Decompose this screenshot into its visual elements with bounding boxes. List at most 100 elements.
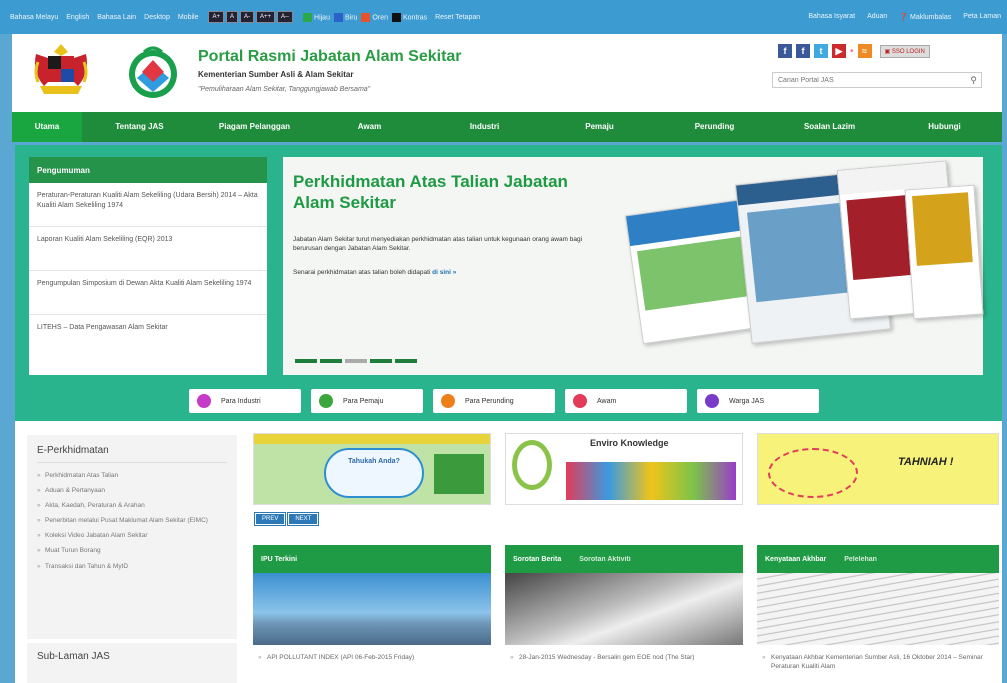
- sitemap-link[interactable]: Peta Laman: [963, 13, 1001, 21]
- audience-perunding-button[interactable]: Para Perunding: [433, 389, 555, 413]
- prev-button[interactable]: PREV: [253, 512, 287, 526]
- font-size-buttons: A+ A A- A++ A--: [208, 11, 294, 23]
- banner-more-text: Senarai perkhidmatan atas talian boleh d…: [293, 269, 431, 276]
- hero-section: Pengumuman Peraturan-Peraturan Kualiti A…: [15, 145, 1002, 421]
- e-service-link[interactable]: Akta, Kaedah, Peraturan & Arahan: [37, 501, 227, 510]
- audience-pemaju-button[interactable]: Para Pemaju: [311, 389, 423, 413]
- sso-login-button[interactable]: ▣ SSO LOGIN: [879, 44, 930, 58]
- lang-other[interactable]: Bahasa Lain: [97, 14, 136, 21]
- nav-industri[interactable]: Industri: [427, 112, 542, 142]
- services-banner[interactable]: Perkhidmatan Atas Talian Jabatan Alam Se…: [283, 157, 984, 375]
- nav-hubungi[interactable]: Hubungi: [887, 112, 1002, 142]
- feedback-label: Maklumbalas: [910, 14, 952, 21]
- tab-pelelehan[interactable]: Pelelehan: [844, 556, 877, 563]
- reset-settings-link[interactable]: Reset Tetapan: [435, 14, 480, 21]
- lang-english[interactable]: English: [66, 14, 89, 21]
- green-swatch-icon: [303, 12, 313, 22]
- tab-kenyataan-akhbar[interactable]: Kenyataan Akhbar: [765, 556, 826, 563]
- lower-content: E-Perkhidmatan Perkhidmatan Atas Talian …: [15, 421, 1002, 683]
- nav-pemaju[interactable]: Pemaju: [542, 112, 657, 142]
- consultant-icon: [441, 394, 455, 408]
- search-input[interactable]: [778, 76, 948, 84]
- feedback-link[interactable]: ❓ Maklumbalas: [899, 13, 951, 21]
- coat-of-arms-logo[interactable]: [30, 42, 92, 100]
- ipu-panel-header: IPU Terkini: [253, 545, 491, 573]
- slider-dot[interactable]: [320, 359, 342, 363]
- announcement-item[interactable]: Pengumpulan Simposium di Dewan Akta Kual…: [29, 271, 267, 315]
- ad-banner-tahniah[interactable]: TAHNIAH !: [757, 433, 999, 505]
- font-normal-button[interactable]: A: [225, 11, 238, 23]
- slider-dot[interactable]: [395, 359, 417, 363]
- sub-sites-panel: Sub-Laman JAS: [27, 643, 237, 683]
- tab-sorotan-berita[interactable]: Sorotan Berita: [513, 556, 561, 563]
- banner-description: Jabatan Alam Sekitar turut menyediakan p…: [293, 236, 583, 253]
- audience-awam-button[interactable]: Awam: [565, 389, 687, 413]
- search-icon[interactable]: ⚲: [970, 75, 977, 86]
- complaint-link[interactable]: Aduan: [867, 13, 887, 21]
- next-button[interactable]: NEXT: [287, 512, 320, 526]
- banner-more-link[interactable]: di sini »: [432, 269, 456, 276]
- nav-tentang-jas[interactable]: Tentang JAS: [82, 112, 197, 142]
- audience-industri-button[interactable]: Para Industri: [189, 389, 301, 413]
- ad-pager: PREV NEXT: [253, 512, 320, 526]
- industry-icon: [197, 394, 211, 408]
- staff-icon: [705, 394, 719, 408]
- announcement-item[interactable]: LITEHS – Data Pengawasan Alam Sekitar: [29, 315, 267, 359]
- slider-dot[interactable]: [370, 359, 392, 363]
- announcement-item[interactable]: Laporan Kualiti Alam Sekeliling (EQR) 20…: [29, 227, 267, 271]
- nav-soalan-lazim[interactable]: Soalan Lazim: [772, 112, 887, 142]
- press-item[interactable]: Kenyataan Akhbar Kementerian Sumber Asli…: [757, 645, 999, 671]
- slider-dot[interactable]: [295, 359, 317, 363]
- view-mobile[interactable]: Mobile: [178, 14, 199, 21]
- site-title[interactable]: Portal Rasmi Jabatan Alam Sekitar: [198, 48, 462, 66]
- theme-green[interactable]: Hijau: [303, 12, 330, 22]
- user-icon: ▣: [884, 48, 891, 55]
- theme-orange[interactable]: Oren: [361, 12, 388, 22]
- font-increase-button[interactable]: A+: [208, 11, 224, 23]
- audience-buttons: Para Industri Para Pemaju Para Perunding…: [189, 389, 819, 413]
- font-larger-button[interactable]: A++: [256, 11, 276, 23]
- city-skyline-image: [253, 573, 491, 645]
- e-service-link[interactable]: Aduan & Pertanyaan: [37, 486, 227, 495]
- theme-orange-label: Oren: [372, 13, 388, 21]
- sso-login-label: SSO LOGIN: [891, 48, 925, 55]
- facebook-page-icon[interactable]: f: [796, 44, 810, 58]
- nav-perunding[interactable]: Perunding: [657, 112, 772, 142]
- facebook-icon[interactable]: f: [778, 44, 792, 58]
- announcements-panel: Pengumuman Peraturan-Peraturan Kualiti A…: [29, 157, 267, 375]
- rss-icon[interactable]: ≈: [857, 44, 872, 58]
- tab-ipu[interactable]: IPU Terkini: [261, 556, 297, 563]
- ad-banner-tahukah-anda[interactable]: Tahukah Anda?: [253, 433, 491, 505]
- press-panel: Kenyataan Akhbar Pelelehan Kenyataan Akhb…: [757, 545, 999, 683]
- audience-label: Para Pemaju: [343, 397, 384, 405]
- slider-dot[interactable]: [345, 359, 367, 363]
- tab-sorotan-aktiviti[interactable]: Sorotan Aktiviti: [579, 556, 630, 563]
- help-icon: ❓: [899, 14, 909, 21]
- ipu-item[interactable]: API POLLUTANT INDEX (API 06-Feb-2015 Fri…: [253, 645, 491, 662]
- screenshot-thumbnail: [904, 184, 984, 320]
- news-item[interactable]: 28-Jan-2015 Wednesday - Bersalin gem EOE…: [505, 645, 743, 662]
- e-service-link[interactable]: Transaksi dan Tahun & MyID: [37, 562, 227, 571]
- theme-blue-label: Biru: [344, 13, 358, 21]
- e-service-link[interactable]: Koleksi Video Jabatan Alam Sekitar: [37, 531, 227, 540]
- font-decrease-button[interactable]: A-: [240, 11, 254, 23]
- nav-awam[interactable]: Awam: [312, 112, 427, 142]
- audience-warga-jas-button[interactable]: Warga JAS: [697, 389, 819, 413]
- font-smaller-button[interactable]: A--: [277, 11, 294, 23]
- nav-utama[interactable]: Utama: [12, 112, 82, 142]
- ad-banner-enviro-knowledge[interactable]: Enviro Knowledge: [505, 433, 743, 505]
- ad-tahniah-label: TAHNIAH !: [898, 456, 954, 468]
- twitter-icon[interactable]: t: [814, 44, 828, 58]
- e-service-link[interactable]: Perkhidmatan Atas Talian: [37, 471, 227, 480]
- nav-piagam-pelanggan[interactable]: Piagam Pelanggan: [197, 112, 312, 142]
- lang-malay[interactable]: Bahasa Melayu: [10, 14, 58, 21]
- sign-language-link[interactable]: Bahasa Isyarat: [808, 13, 855, 21]
- theme-contrast[interactable]: Kontras: [391, 12, 427, 22]
- view-desktop[interactable]: Desktop: [144, 14, 170, 21]
- youtube-icon[interactable]: ▶: [832, 44, 846, 58]
- e-service-link[interactable]: Penerbitan melalui Pusat Maklumat Alam S…: [37, 516, 227, 525]
- jas-logo[interactable]: [122, 42, 184, 102]
- theme-blue[interactable]: Biru: [333, 12, 358, 22]
- announcement-item[interactable]: Peraturan-Peraturan Kualiti Alam Sekelil…: [29, 183, 267, 227]
- e-service-link[interactable]: Muat Turun Borang: [37, 546, 227, 555]
